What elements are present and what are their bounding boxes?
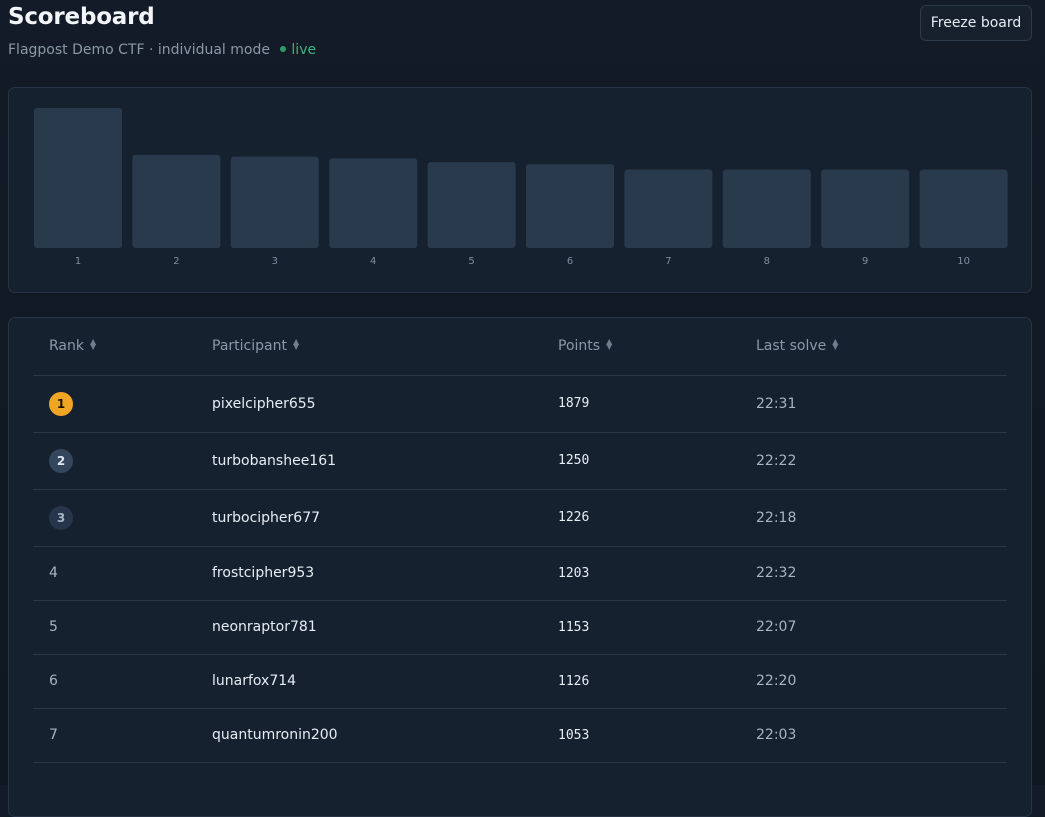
score-chart-panel: 1 2 3 4 5 6 7 8 9 10	[8, 87, 1032, 293]
chart-tick-label: 9	[862, 256, 868, 267]
sort-icon: ▲ ▼	[89, 337, 97, 352]
rank-cell: 1	[33, 375, 212, 433]
chart-bar[interactable]	[329, 158, 418, 248]
rank-badge-bronze: 3	[49, 505, 73, 530]
chart-bar[interactable]	[526, 164, 614, 248]
chart-bar[interactable]	[427, 162, 516, 248]
table-row[interactable]: 4 frostcipher953 1203 22:32	[33, 546, 1007, 601]
points-value: 1053	[558, 708, 756, 763]
table-row[interactable]: 2 turbobanshee161 1250 22:22	[33, 432, 1007, 490]
points-value: 1879	[558, 375, 756, 433]
rank-number: 4	[33, 546, 212, 601]
last-solve-time: 22:20	[756, 654, 1007, 709]
chart-bar[interactable]	[821, 169, 910, 248]
participant-name[interactable]: turbobanshee161	[212, 432, 558, 490]
points-value: 1203	[558, 546, 756, 601]
last-solve-time: 22:32	[756, 546, 1007, 601]
chart-tick-label: 7	[665, 256, 671, 267]
table-row[interactable]: 5 neonraptor781 1153 22:07	[33, 600, 1007, 655]
table-row[interactable]: 1 pixelcipher655 1879 22:31	[33, 375, 1007, 433]
points-value: 1153	[558, 600, 756, 655]
table-row[interactable]: 7 quantumronin200 1053 22:03	[33, 708, 1007, 763]
page-title: Scoreboard	[8, 4, 155, 30]
sort-icon: ▲ ▼	[832, 337, 839, 352]
chart-tick-label: 5	[468, 256, 474, 267]
rank-number: 6	[33, 654, 212, 709]
last-solve-time: 22:22	[756, 432, 1007, 490]
column-header-last-solve[interactable]: Last solve ▲ ▼	[756, 318, 1007, 376]
column-header-points[interactable]: Points ▲ ▼	[558, 318, 756, 376]
chart-bar[interactable]	[722, 169, 811, 248]
last-solve-time: 22:07	[756, 600, 1007, 655]
table-header-row: Rank ▲ ▼ Participant ▲ ▼ Points ▲ ▼ Last solve…	[33, 318, 1007, 376]
rank-badge-silver: 2	[49, 448, 73, 473]
rank-number: 7	[33, 708, 212, 763]
rank-cell: 3	[33, 489, 212, 547]
rank-number: 5	[33, 600, 212, 655]
chart-tick-label: 2	[173, 256, 179, 267]
score-bar-chart: 1 2 3 4 5 6 7 8 9 10	[34, 108, 1008, 267]
chart-bar[interactable]	[230, 156, 319, 248]
chart-bar[interactable]	[34, 108, 122, 248]
chart-bar[interactable]	[624, 169, 713, 248]
last-solve-time: 22:31	[756, 375, 1007, 433]
chart-bar[interactable]	[132, 154, 221, 248]
chart-tick-label: 3	[272, 256, 278, 267]
rank-badge-gold: 1	[49, 391, 73, 416]
points-value: 1126	[558, 654, 756, 709]
last-solve-time: 22:03	[756, 708, 1007, 763]
sort-icon: ▲ ▼	[292, 337, 300, 352]
live-label: live	[291, 42, 317, 58]
chart-tick-label: 4	[370, 256, 376, 267]
participant-name[interactable]: lunarfox714	[212, 654, 558, 709]
column-header-participant[interactable]: Participant ▲ ▼	[212, 318, 558, 376]
sort-icon: ▲ ▼	[606, 337, 613, 352]
freeze-board-button[interactable]: Freeze board	[920, 5, 1032, 41]
chart-tick-label: 10	[957, 256, 970, 267]
chart-tick-label: 6	[567, 256, 573, 267]
table-row[interactable]: 6 lunarfox714 1126 22:20	[33, 654, 1007, 709]
chart-tick-label: 1	[75, 256, 81, 267]
participant-name[interactable]: neonraptor781	[212, 600, 558, 655]
page-header: Scoreboard Flagpost Demo CTF · individua…	[0, 0, 1045, 80]
event-description: Flagpost Demo CTF · individual mode	[8, 42, 270, 58]
page-subtitle: Flagpost Demo CTF · individual mode live	[8, 42, 316, 58]
chart-bar[interactable]	[919, 169, 1008, 248]
live-dot-icon	[280, 46, 287, 52]
scoreboard-table-panel: Rank ▲ ▼ Participant ▲ ▼ Points ▲ ▼ Last solve…	[8, 317, 1032, 817]
points-value: 1250	[558, 432, 756, 490]
participant-name[interactable]: turbocipher677	[212, 489, 558, 547]
participant-name[interactable]: frostcipher953	[212, 546, 558, 601]
participant-name[interactable]: pixelcipher655	[212, 375, 558, 433]
live-status: live	[280, 42, 316, 58]
chart-tick-label: 8	[764, 256, 770, 267]
points-value: 1226	[558, 489, 756, 547]
last-solve-time: 22:18	[756, 489, 1007, 547]
scoreboard-table: Rank ▲ ▼ Participant ▲ ▼ Points ▲ ▼ Last solve…	[33, 318, 1007, 763]
participant-name[interactable]: quantumronin200	[212, 708, 558, 763]
column-header-rank[interactable]: Rank ▲ ▼	[33, 318, 212, 376]
table-row[interactable]: 3 turbocipher677 1226 22:18	[33, 489, 1007, 547]
rank-cell: 2	[33, 432, 212, 490]
